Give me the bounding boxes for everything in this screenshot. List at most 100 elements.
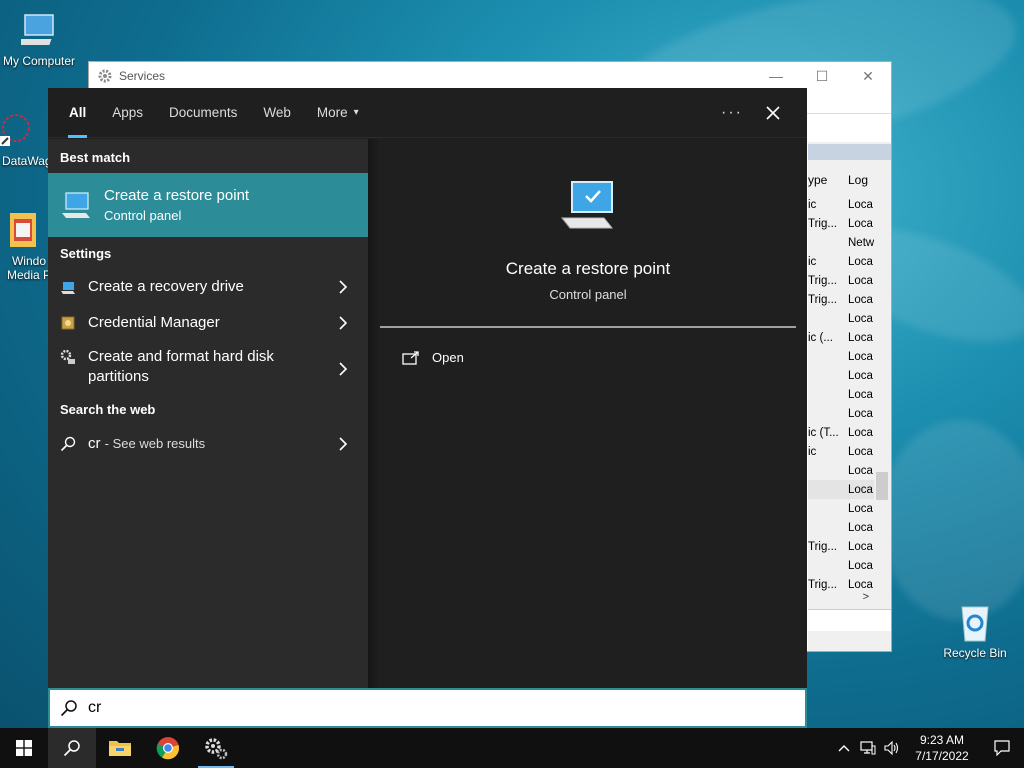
tab-more[interactable]: More ▾ (304, 88, 372, 138)
show-hidden-icons-button[interactable] (832, 728, 856, 768)
services-column-headers: ype Log (808, 173, 876, 187)
desktop-icon-media-player[interactable]: Windo Media P (0, 210, 51, 282)
cell-startup-type: Trig... (808, 274, 837, 287)
table-row[interactable]: Trig... Loca (808, 214, 874, 233)
maximize-button[interactable]: ☐ (799, 62, 845, 90)
search-web-heading: Search the web (60, 402, 156, 417)
services-title: Services (119, 69, 166, 83)
chevron-right-icon[interactable] (338, 437, 348, 451)
taskbar-chrome[interactable] (144, 728, 192, 768)
cell-startup-type: ic (... (808, 331, 833, 344)
cell-startup-type: ic (808, 255, 817, 268)
search-input[interactable] (88, 699, 768, 717)
cell-startup-type: ic (T... (808, 426, 839, 439)
column-header-type[interactable]: ype (808, 173, 846, 187)
tab-label: Apps (112, 105, 144, 120)
cell-log-on-as: Loca (848, 483, 873, 496)
table-row[interactable]: Trig... Loca (808, 271, 874, 290)
cell-log-on-as: Loca (848, 255, 873, 268)
table-row[interactable]: Trig... Loca (808, 537, 874, 556)
start-button[interactable] (0, 728, 48, 768)
table-row[interactable]: Loca (808, 461, 874, 480)
table-row[interactable]: Loca (808, 385, 874, 404)
cell-log-on-as: Loca (848, 445, 873, 458)
preview-title: Create a restore point (505, 259, 671, 278)
table-row[interactable]: Loca (808, 404, 874, 423)
best-match-result[interactable]: Create a restore point Control panel (48, 173, 368, 237)
pane-divider (368, 139, 380, 688)
tab-web[interactable]: Web (250, 88, 304, 138)
clock[interactable]: 9:23 AM 7/17/2022 (904, 732, 980, 764)
result-format-disk-partitions[interactable]: Create and format hard disk partitions (48, 341, 368, 397)
search-icon (63, 740, 80, 757)
open-action[interactable]: Open (402, 350, 796, 365)
table-row[interactable]: Loca (808, 366, 874, 385)
network-button[interactable] (856, 728, 880, 768)
cell-log-on-as: Loca (848, 274, 873, 287)
volume-button[interactable] (880, 728, 904, 768)
desktop-icon-my-computer[interactable]: My Computer (0, 10, 78, 68)
cell-log-on-as: Loca (848, 521, 873, 534)
datawag-icon (0, 110, 36, 150)
desktop-icon-recycle-bin[interactable]: Recycle Bin (936, 602, 1014, 660)
search-box[interactable] (48, 688, 807, 728)
table-row[interactable]: Netw (808, 233, 874, 252)
desktop-icon-label: DataWag (2, 154, 52, 168)
chevron-right-icon[interactable] (338, 316, 348, 330)
table-row[interactable]: Loca (808, 309, 874, 328)
taskbar-services[interactable] (192, 728, 240, 768)
table-row[interactable]: Loca (808, 480, 874, 499)
cell-log-on-as: Loca (848, 502, 873, 515)
vertical-scrollbar[interactable] (875, 172, 889, 587)
tab-all[interactable]: All (56, 88, 99, 138)
table-row[interactable]: ic Loca (808, 252, 874, 271)
table-row[interactable]: Loca (808, 347, 874, 366)
cell-log-on-as: Loca (848, 388, 873, 401)
result-credential-manager[interactable]: Credential Manager (48, 305, 368, 341)
result-web-search[interactable]: cr - See web results (48, 421, 368, 467)
chevron-right-icon[interactable] (338, 280, 348, 294)
minimize-button[interactable]: — (753, 62, 799, 90)
desktop-icon-datawag[interactable]: DataWag (0, 110, 52, 168)
clock-date: 7/17/2022 (915, 749, 969, 763)
table-row[interactable]: Loca (808, 556, 874, 575)
tab-label: Web (263, 105, 291, 120)
cell-log-on-as: Loca (848, 578, 873, 591)
table-row[interactable]: Loca (808, 499, 874, 518)
tab-apps[interactable]: Apps (99, 88, 156, 138)
table-row[interactable]: Loca (808, 518, 874, 537)
column-header-logon[interactable]: Log (846, 173, 876, 187)
taskbar-file-explorer[interactable] (96, 728, 144, 768)
settings-heading: Settings (60, 246, 112, 261)
taskbar-search-button[interactable] (48, 728, 96, 768)
table-row[interactable]: ic Loca (808, 195, 874, 214)
cell-startup-type: Trig... (808, 293, 837, 306)
table-row[interactable]: Trig... Loca (808, 290, 874, 309)
cell-startup-type: Trig... (808, 578, 837, 591)
result-create-recovery-drive[interactable]: Create a recovery drive (48, 269, 368, 305)
close-search-button[interactable] (761, 88, 785, 138)
action-center-button[interactable] (980, 728, 1024, 768)
scrollbar-thumb[interactable] (876, 472, 888, 500)
cell-log-on-as: Loca (848, 426, 873, 439)
services-header-bar (808, 144, 891, 160)
table-row[interactable]: ic (... Loca (808, 328, 874, 347)
media-player-icon (2, 210, 42, 250)
cell-log-on-as: Loca (848, 217, 873, 230)
services-table: ic Loca Trig... Loca Netw ic Loca Trig... Loca Tr… (808, 195, 874, 594)
chevron-right-icon[interactable] (338, 362, 348, 376)
taskbar: 9:23 AM 7/17/2022 (0, 728, 1024, 768)
close-icon (766, 106, 780, 120)
close-button[interactable]: ✕ (845, 62, 891, 90)
chevron-down-icon: ▾ (353, 107, 359, 118)
horizontal-scrollbar[interactable]: > (808, 591, 889, 607)
scroll-right-icon[interactable]: > (863, 591, 869, 603)
volume-icon (884, 741, 899, 755)
gear-icon (98, 69, 112, 83)
best-match-heading: Best match (60, 150, 131, 165)
tab-documents[interactable]: Documents (156, 88, 250, 138)
table-row[interactable]: ic Loca (808, 442, 874, 461)
table-row[interactable]: ic (T... Loca (808, 423, 874, 442)
notification-icon (994, 740, 1010, 756)
more-options-button[interactable]: ··· (721, 88, 743, 138)
